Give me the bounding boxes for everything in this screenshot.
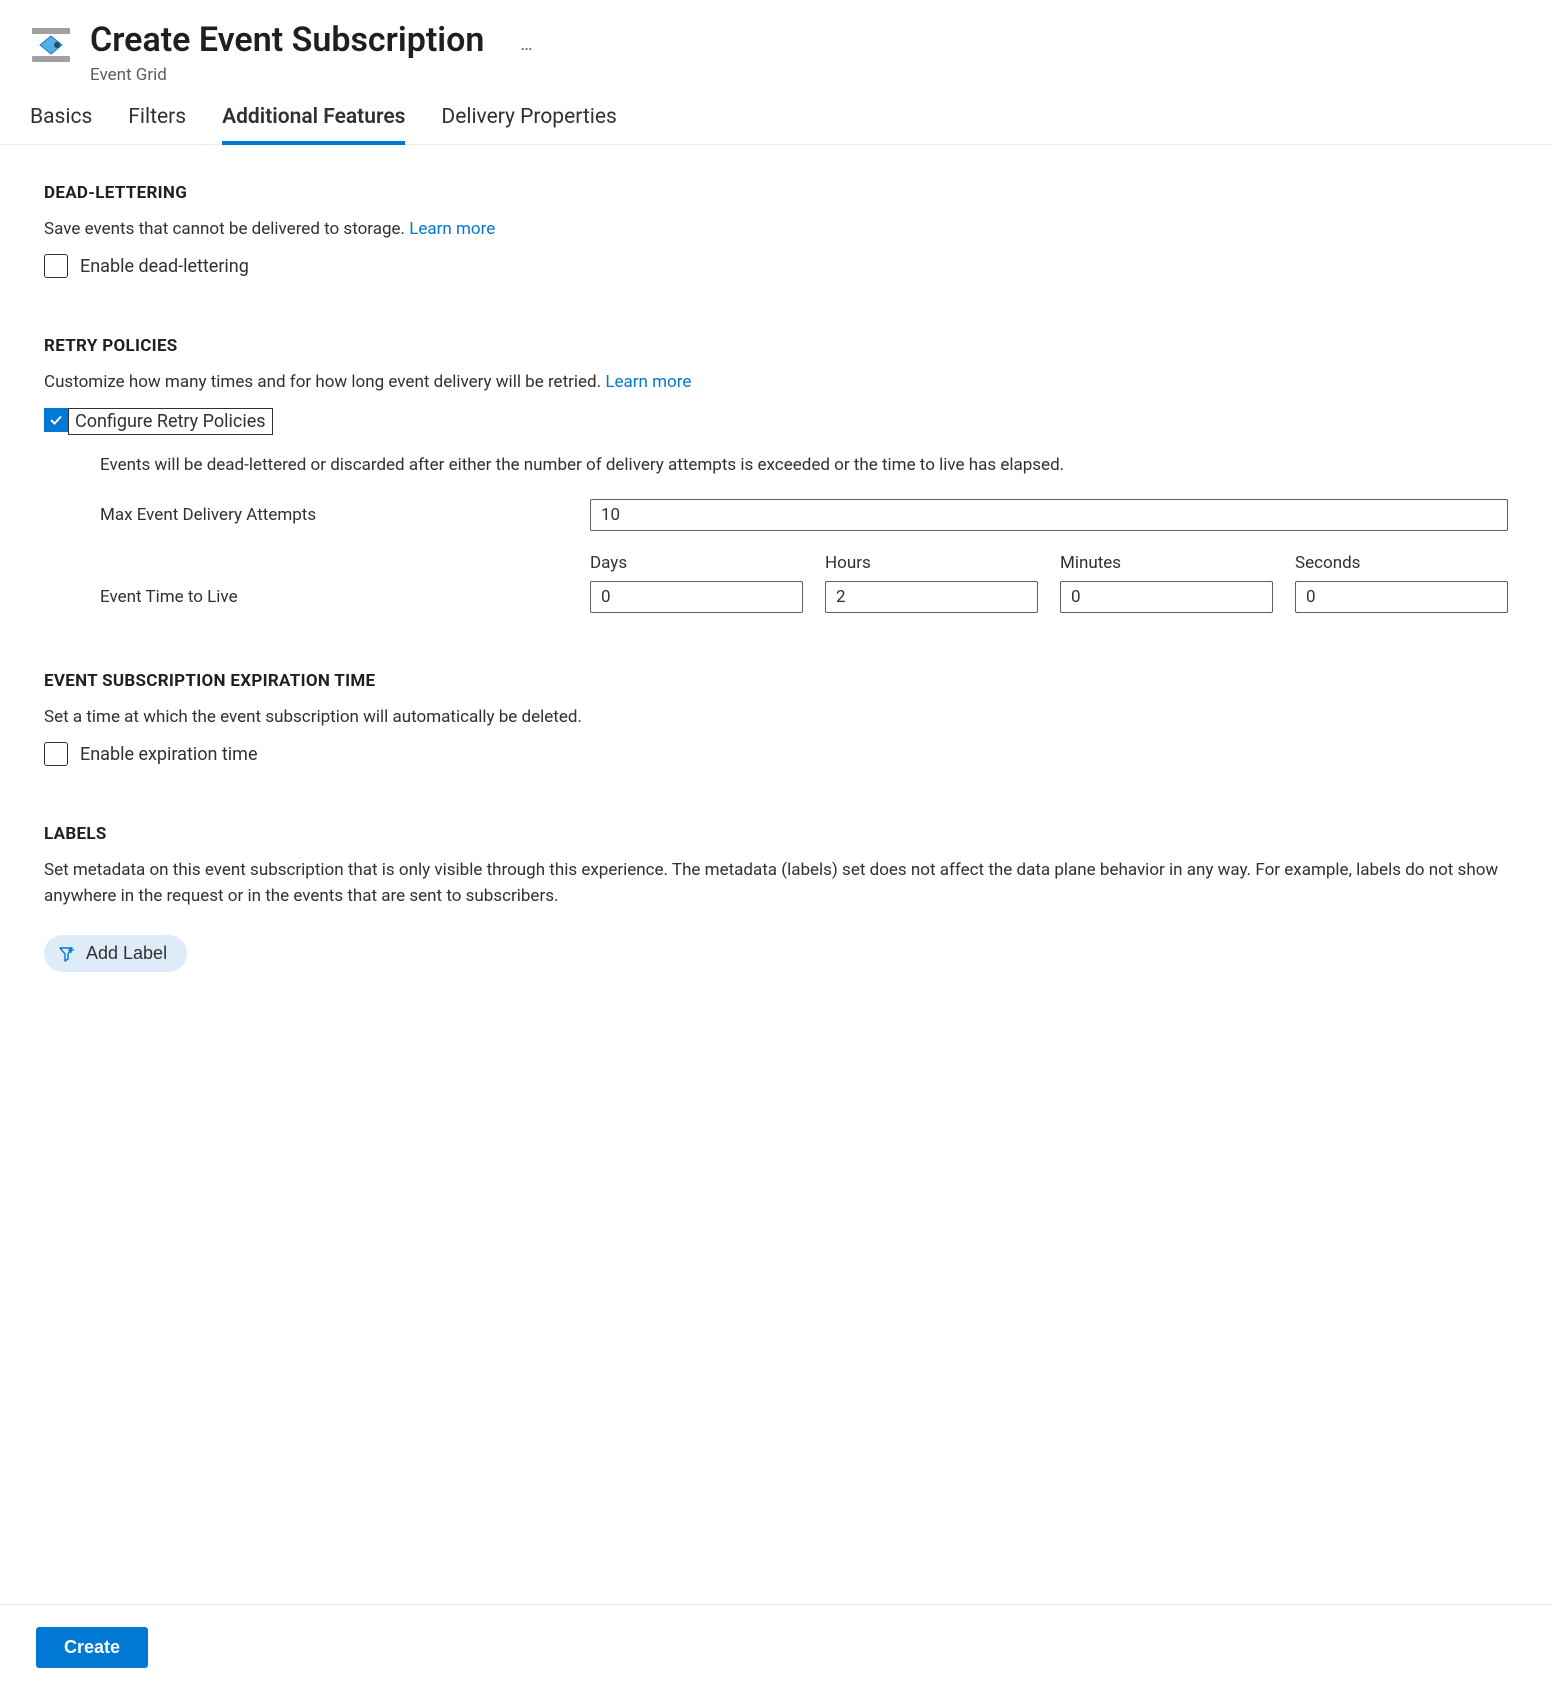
retry-desc: Customize how many times and for how lon… [44, 370, 1508, 396]
dead-lettering-checkbox-row: Enable dead-lettering [44, 254, 1508, 278]
retry-title: RETRY POLICIES [44, 336, 1508, 356]
section-labels: LABELS Set metadata on this event subscr… [44, 824, 1508, 972]
add-label-button[interactable]: Add Label [44, 935, 187, 972]
ttl-row: Event Time to Live Days Hours Minutes [100, 553, 1508, 613]
ttl-days-col: Days [590, 553, 803, 613]
page-subtitle: Event Grid [90, 65, 484, 85]
ttl-minutes-input[interactable] [1060, 581, 1273, 613]
labels-title: LABELS [44, 824, 1508, 844]
dead-lettering-learn-more-link[interactable]: Learn more [409, 219, 495, 239]
add-label-text: Add Label [86, 943, 167, 964]
ttl-label: Event Time to Live [100, 587, 590, 613]
dead-lettering-title: DEAD-LETTERING [44, 183, 1508, 203]
retry-note: Events will be dead-lettered or discarde… [100, 455, 1508, 475]
content: DEAD-LETTERING Save events that cannot b… [0, 145, 1552, 973]
enable-dead-lettering-label: Enable dead-lettering [80, 256, 249, 277]
section-retry-policies: RETRY POLICIES Customize how many times … [44, 336, 1508, 613]
more-actions-button[interactable]: … [520, 34, 534, 55]
tab-filters[interactable]: Filters [128, 105, 186, 145]
ttl-days-input[interactable] [590, 581, 803, 613]
add-filter-icon [58, 945, 76, 963]
ttl-seconds-input[interactable] [1295, 581, 1508, 613]
ttl-hours-col: Hours [825, 553, 1038, 613]
header-titles: Create Event Subscription Event Grid [90, 20, 484, 85]
page-header: Create Event Subscription Event Grid … [0, 0, 1552, 95]
ttl-hours-label: Hours [825, 553, 1038, 573]
labels-desc: Set metadata on this event subscription … [44, 858, 1508, 909]
enable-expiration-label: Enable expiration time [80, 744, 258, 765]
retry-learn-more-link[interactable]: Learn more [605, 372, 691, 392]
configure-retry-checkbox[interactable] [44, 408, 68, 432]
max-attempts-row: Max Event Delivery Attempts [100, 499, 1508, 531]
section-expiration: EVENT SUBSCRIPTION EXPIRATION TIME Set a… [44, 671, 1508, 767]
tab-additional-features[interactable]: Additional Features [222, 105, 405, 145]
retry-checkbox-row: Configure Retry Policies [44, 408, 1508, 435]
ttl-fields: Days Hours Minutes Seconds [590, 553, 1508, 613]
tab-bar: Basics Filters Additional Features Deliv… [0, 95, 1552, 145]
expiration-desc: Set a time at which the event subscripti… [44, 705, 1508, 731]
expiration-checkbox-row: Enable expiration time [44, 742, 1508, 766]
ttl-seconds-label: Seconds [1295, 553, 1508, 573]
ttl-minutes-label: Minutes [1060, 553, 1273, 573]
max-attempts-label: Max Event Delivery Attempts [100, 505, 590, 525]
max-attempts-input[interactable] [590, 499, 1508, 531]
ttl-seconds-col: Seconds [1295, 553, 1508, 613]
enable-dead-lettering-checkbox[interactable] [44, 254, 68, 278]
create-button[interactable]: Create [36, 1627, 148, 1668]
tab-delivery-properties[interactable]: Delivery Properties [441, 105, 616, 145]
ttl-hours-input[interactable] [825, 581, 1038, 613]
footer: Create [0, 1604, 1552, 1690]
ttl-minutes-col: Minutes [1060, 553, 1273, 613]
tab-basics[interactable]: Basics [30, 105, 92, 145]
ttl-days-label: Days [590, 553, 803, 573]
event-grid-icon [30, 24, 72, 66]
page-title: Create Event Subscription [90, 20, 484, 61]
enable-expiration-checkbox[interactable] [44, 742, 68, 766]
expiration-title: EVENT SUBSCRIPTION EXPIRATION TIME [44, 671, 1508, 691]
dead-lettering-desc-text: Save events that cannot be delivered to … [44, 219, 409, 239]
retry-sub-section: Events will be dead-lettered or discarde… [44, 455, 1508, 613]
configure-retry-label: Configure Retry Policies [68, 408, 273, 435]
section-dead-lettering: DEAD-LETTERING Save events that cannot b… [44, 183, 1508, 279]
dead-lettering-desc: Save events that cannot be delivered to … [44, 217, 1508, 243]
retry-desc-text: Customize how many times and for how lon… [44, 372, 605, 392]
